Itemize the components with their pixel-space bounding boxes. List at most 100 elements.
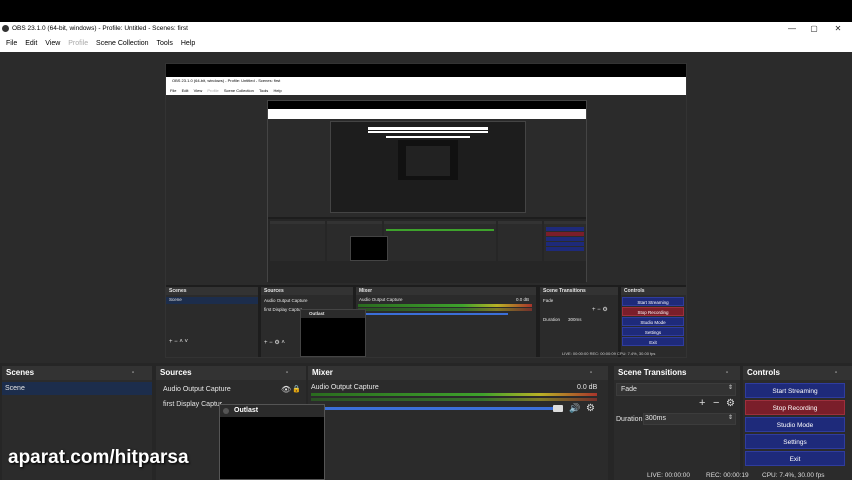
nested-mixer-dock: Mixer Audio Output Capture 0.0 dB	[356, 287, 536, 357]
status-live: LIVE: 00:00:00	[647, 472, 691, 479]
transitions-dock: Scene Transitions ▫ Fade ⇕ + − ⚙ Duratio…	[614, 366, 740, 480]
projector-popup[interactable]: Outlast	[219, 404, 325, 480]
status-cpu: CPU: 7.4%, 30.00 fps	[762, 472, 825, 479]
mixer-meter-right	[311, 398, 597, 401]
source-item-1[interactable]: Audio Output Capture	[163, 386, 231, 393]
nested-duration-label: Duration	[543, 317, 561, 322]
nested-mixer-title: Mixer	[359, 288, 373, 294]
nested-settings: Settings	[622, 327, 684, 336]
nested-menu-tools: Tools	[258, 88, 269, 93]
nested-studio-mode: Studio Mode	[622, 317, 684, 326]
exit-button[interactable]: Exit	[745, 451, 845, 466]
app-icon	[2, 25, 9, 32]
minimize-button[interactable]: —	[782, 23, 802, 35]
dock-float-icon[interactable]: ▫	[726, 369, 728, 378]
nested-popup: Outlast	[300, 309, 366, 357]
remove-transition-button[interactable]: −	[713, 398, 719, 409]
nested-source-2: first Display Captur	[264, 307, 303, 312]
nested-sources-toolbar: + − ⚙ ˄	[264, 340, 285, 346]
controls-title: Controls	[747, 368, 780, 377]
dock-float-icon[interactable]: ▫	[590, 369, 592, 378]
menu-tools[interactable]: Tools	[157, 36, 173, 52]
mixer-track-db: 0.0 dB	[577, 384, 598, 391]
nested-scenes-dock: Scenes Scene + − ˄ ˅	[166, 287, 258, 357]
start-streaming-button[interactable]: Start Streaming	[745, 383, 845, 398]
preview-canvas[interactable]: OBS 23.1.0 (64-bit, windows) - Profile: …	[165, 63, 687, 358]
dock-float-icon[interactable]: ▫	[286, 369, 288, 378]
watermark: aparat.com/hitparsa	[8, 447, 189, 468]
mixer-dock: Mixer ▫ Audio Output Capture 0.0 dB 🔊 ⚙	[308, 366, 608, 480]
nested-menu-help: Help	[273, 88, 282, 93]
mixer-title: Mixer	[312, 368, 333, 377]
nested-mixer-meter	[358, 304, 532, 307]
nested-mixer-db: 0.0 dB	[516, 297, 530, 302]
mixer-track-name: Audio Output Capture	[311, 384, 379, 391]
nested-scene-item: Scene	[169, 297, 182, 302]
gear-icon[interactable]: ⚙	[586, 404, 595, 414]
dock-float-icon[interactable]: ▫	[835, 369, 837, 378]
popup-icon	[223, 408, 229, 414]
duration-spin-icon[interactable]: ⇕	[728, 414, 733, 423]
chevron-updown-icon: ⇕	[728, 385, 734, 391]
add-transition-button[interactable]: +	[699, 398, 705, 409]
menu-view[interactable]: View	[45, 36, 60, 52]
nested-exit: Exit	[622, 337, 684, 346]
mixer-meter-left	[311, 393, 597, 396]
transitions-title: Scene Transitions	[618, 368, 687, 377]
mixer-volume-slider[interactable]	[311, 407, 559, 410]
duration-value: 300ms	[645, 415, 667, 422]
nested-scenes-toolbar: + − ˄ ˅	[169, 339, 189, 345]
nested-window-title: OBS 23.1.0 (64-bit, windows) - Profile: …	[172, 78, 281, 83]
nested-menu-profile: Profile	[207, 88, 219, 93]
nested-sources-title: Sources	[264, 288, 284, 294]
menu-edit[interactable]: Edit	[25, 36, 37, 52]
menu-help[interactable]: Help	[181, 36, 195, 52]
nested-menu-scene-collection: Scene Collection	[223, 88, 254, 93]
nested-transition-toolbar: + − ⚙	[592, 307, 608, 313]
window-title: OBS 23.1.0 (64-bit, windows) - Profile: …	[12, 25, 188, 32]
nested-transitions-dock: Scene Transitions Fade + − ⚙ Duration 30…	[540, 287, 618, 357]
dock-float-icon[interactable]: ▫	[132, 369, 134, 378]
studio-mode-button[interactable]: Studio Mode	[745, 417, 845, 432]
nested-mixer-track: Audio Output Capture	[359, 297, 403, 302]
transition-select-value: Fade	[621, 386, 637, 393]
maximize-button[interactable]: ▢	[804, 23, 824, 35]
menu-profile[interactable]: Profile	[68, 36, 88, 52]
window-titlebar: OBS 23.1.0 (64-bit, windows) - Profile: …	[0, 22, 852, 36]
lock-icon[interactable]: 🔒	[292, 385, 301, 394]
nested-popup-title: Outlast	[309, 311, 325, 316]
eye-icon[interactable]: 👁	[281, 385, 291, 394]
nested-stop-recording: Stop Recording	[622, 307, 684, 316]
nested-menu-view: View	[193, 88, 203, 93]
nested-menu-edit: Edit	[181, 88, 189, 93]
source-item-2[interactable]: first Display Captur	[163, 401, 222, 408]
menu-scene-collection[interactable]: Scene Collection	[96, 36, 149, 52]
stop-recording-button[interactable]: Stop Recording	[745, 400, 845, 415]
popup-title: Outlast	[234, 407, 259, 414]
nested-menubar: File Edit View Profile Scene Collection …	[166, 86, 686, 95]
scenes-title: Scenes	[6, 368, 35, 377]
nested-controls-title: Controls	[624, 288, 645, 294]
sources-title: Sources	[160, 368, 192, 377]
nested-controls-dock: Controls Start Streaming Stop Recording …	[621, 287, 686, 357]
nested-scenes-title: Scenes	[169, 288, 187, 294]
nested-start-streaming: Start Streaming	[622, 297, 684, 306]
transition-gear-icon[interactable]: ⚙	[726, 399, 735, 409]
mixer-slider-handle[interactable]	[553, 405, 563, 412]
status-rec: REC: 00:00:19	[706, 472, 749, 479]
nested-duration-value: 300ms	[568, 317, 582, 322]
nested-deep-preview	[267, 100, 587, 283]
nested-menu-file: File	[170, 88, 177, 93]
close-button[interactable]: ✕	[828, 23, 848, 35]
nested-titlebar-white: OBS 23.1.0 (64-bit, windows) - Profile: …	[166, 77, 686, 86]
duration-label: Duration	[616, 416, 643, 423]
settings-button[interactable]: Settings	[745, 434, 845, 449]
scene-item-label: Scene	[5, 385, 25, 392]
menu-file[interactable]: File	[6, 36, 17, 52]
controls-dock: Controls ▫ Start Streaming Stop Recordin…	[743, 366, 852, 480]
nested-source-1: Audio Output Capture	[264, 298, 308, 303]
speaker-icon[interactable]: 🔊	[569, 404, 580, 413]
menu-bar: File Edit View Profile Scene Collection …	[0, 36, 852, 52]
nested-transitions-title: Scene Transitions	[543, 288, 586, 294]
nested-transition-value: Fade	[543, 298, 554, 303]
